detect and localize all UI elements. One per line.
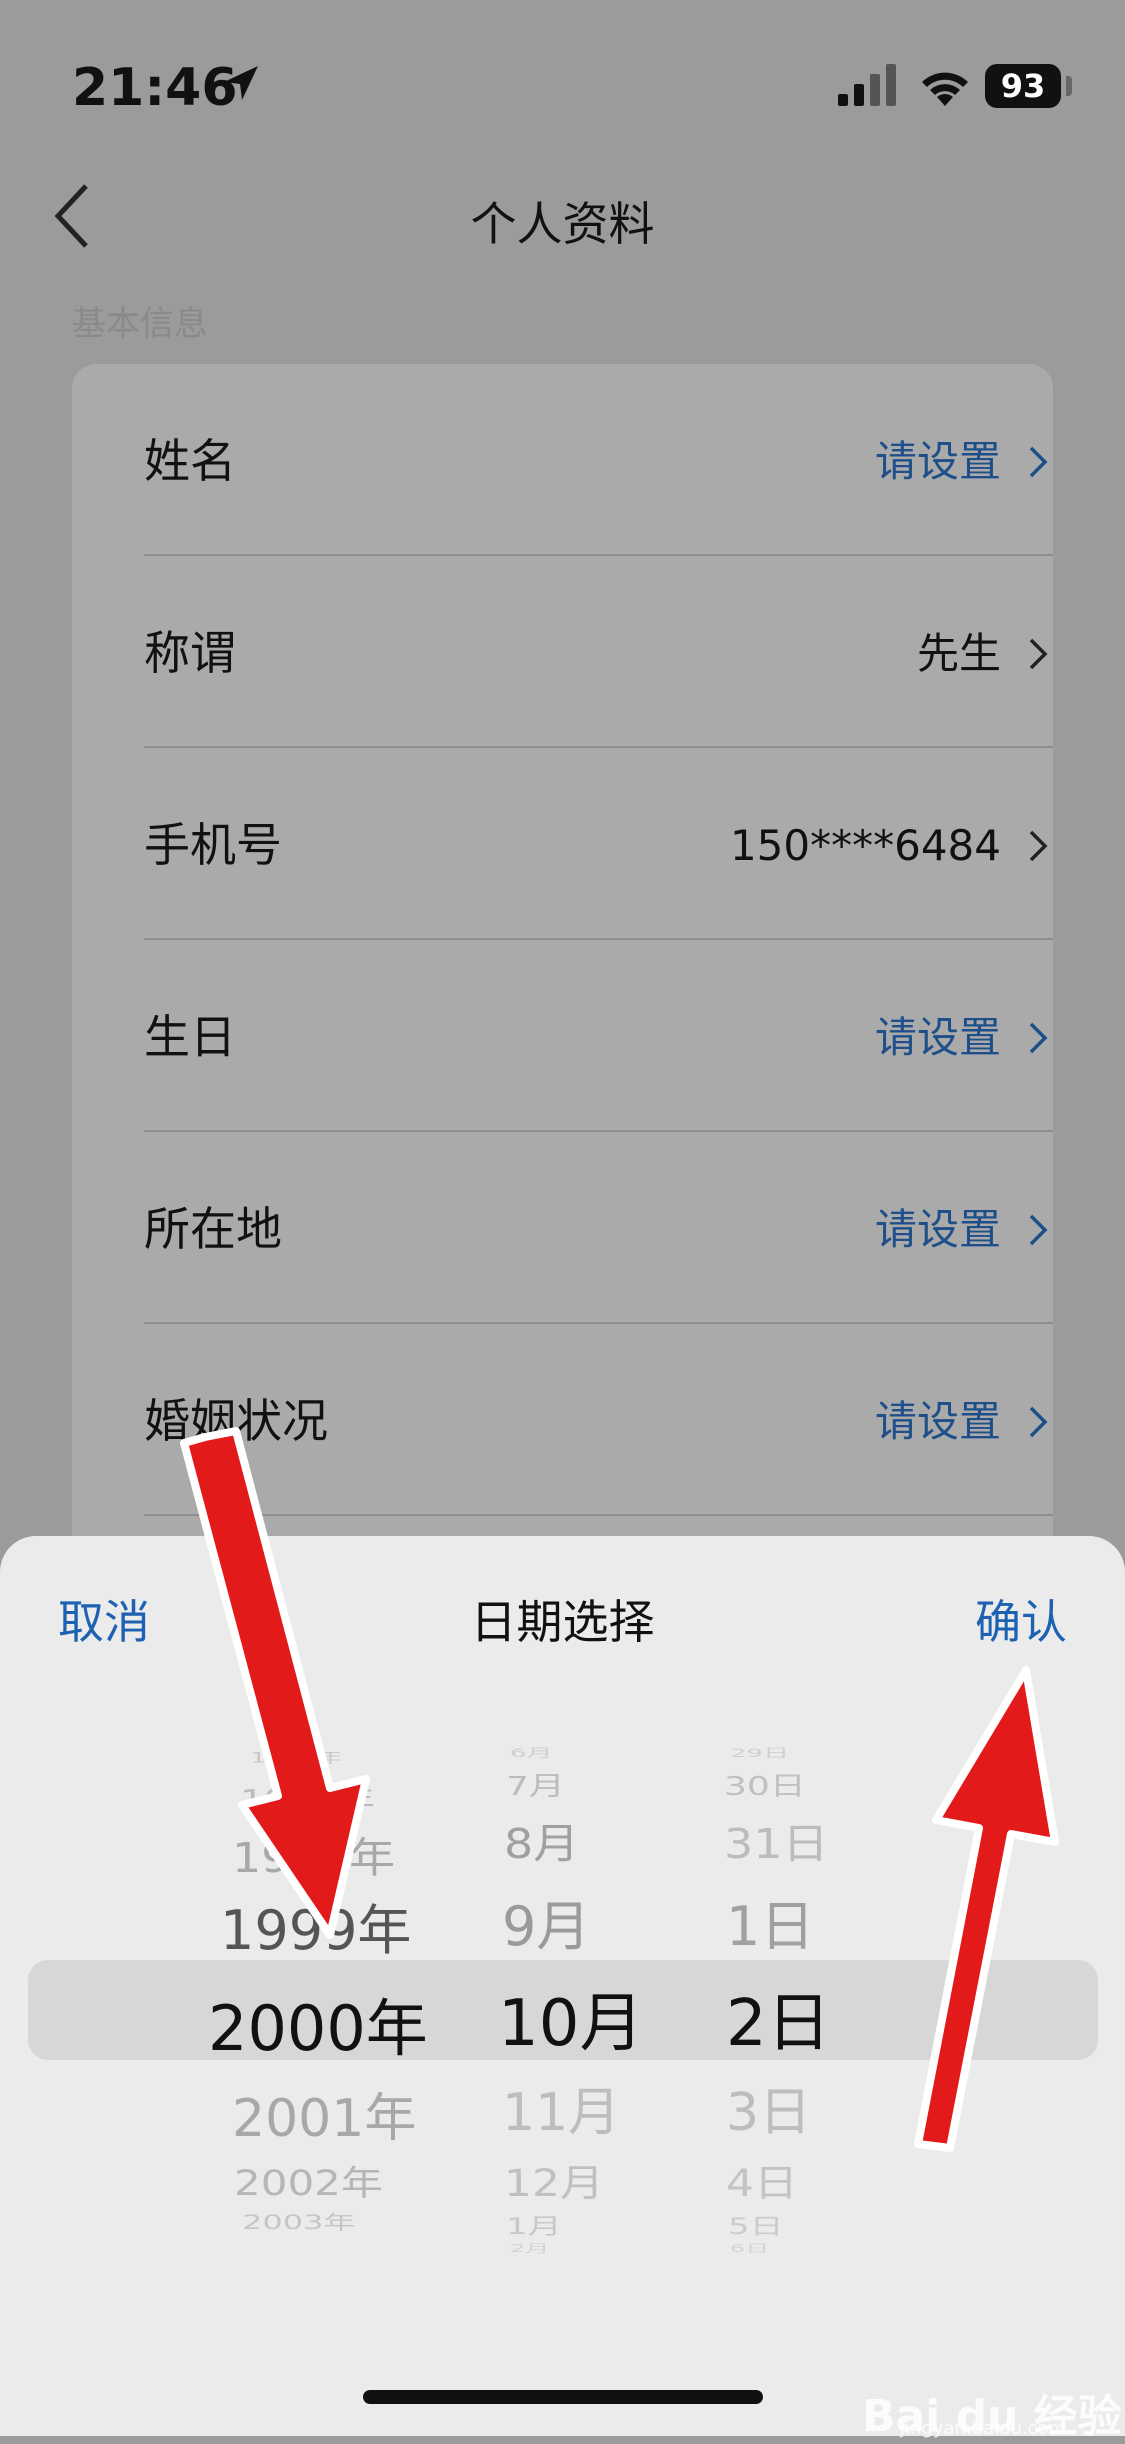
row-value: 请设置 (874, 1013, 1001, 1062)
row-title[interactable]: 称谓 先生 (144, 556, 1053, 748)
row-label: 婚姻状况 (144, 1394, 328, 1448)
day-option[interactable]: 3日 (726, 2070, 811, 2145)
day-option[interactable]: 29日 (730, 1744, 789, 1761)
row-label: 姓名 (144, 434, 236, 488)
divider (144, 1514, 1053, 1516)
cellular-signal-icon (838, 64, 896, 106)
profile-card: 姓名 请设置 称谓 先生 手机号 150****6484 生日 请设置 所在地 … (72, 364, 1053, 1664)
day-option[interactable]: 6日 (730, 2240, 769, 2256)
year-option[interactable]: 1997年 (240, 1777, 375, 1818)
row-value: 请设置 (874, 1397, 1001, 1446)
home-indicator[interactable] (363, 2390, 763, 2404)
year-option[interactable]: 2002年 (234, 2155, 383, 2205)
row-label: 所在地 (144, 1202, 282, 1256)
day-option[interactable]: 1日 (726, 1882, 814, 1961)
day-option-selected[interactable]: 2日 (726, 1972, 831, 2064)
row-value: 150****6484 (729, 821, 1001, 870)
sheet-title: 日期选择 (470, 1595, 655, 1649)
month-option[interactable]: 6月 (510, 1744, 553, 1761)
chevron-right-icon (1029, 1406, 1048, 1438)
row-value: 请设置 (874, 437, 1001, 486)
date-picker-sheet: 取消 日期选择 确认 1996年 1997年 1998年 1999年 2000年… (0, 1536, 1125, 2436)
wifi-icon (922, 72, 968, 106)
year-option[interactable]: 2003年 (242, 2207, 355, 2235)
row-label: 手机号 (144, 818, 282, 872)
row-name[interactable]: 姓名 请设置 (144, 364, 1053, 556)
day-option[interactable]: 5日 (728, 2209, 784, 2241)
row-value: 请设置 (874, 1205, 1001, 1254)
month-option[interactable]: 9月 (502, 1882, 590, 1961)
chevron-right-icon (1029, 1214, 1048, 1246)
month-option[interactable]: 8月 (504, 1811, 579, 1870)
month-option[interactable]: 11月 (502, 2070, 620, 2145)
chevron-right-icon (1029, 830, 1048, 862)
battery-cap (1066, 76, 1072, 96)
month-option-selected[interactable]: 10月 (498, 1972, 643, 2064)
day-option[interactable]: 4日 (726, 2153, 798, 2207)
row-label: 称谓 (144, 626, 236, 680)
year-option[interactable]: 1998年 (232, 1825, 395, 1884)
month-option[interactable]: 2月 (510, 2240, 549, 2256)
confirm-button[interactable]: 确认 (975, 1586, 1067, 1652)
page-title: 个人资料 (470, 197, 655, 251)
chevron-right-icon (1029, 1022, 1048, 1054)
row-value: 先生 (916, 629, 1001, 678)
chevron-right-icon (1029, 638, 1048, 670)
month-option[interactable]: 7月 (506, 1765, 565, 1802)
year-option-selected[interactable]: 2000年 (208, 1978, 428, 2068)
row-birthday[interactable]: 生日 请设置 (144, 940, 1053, 1132)
month-option[interactable]: 12月 (504, 2153, 604, 2207)
year-option[interactable]: 1996年 (250, 1746, 342, 1767)
row-label: 生日 (144, 1010, 236, 1064)
location-arrow-icon (224, 66, 258, 100)
row-marital-status[interactable]: 婚姻状况 请设置 (144, 1324, 1053, 1516)
day-option[interactable]: 30日 (724, 1765, 806, 1802)
year-option[interactable]: 1999年 (220, 1886, 411, 1965)
status-time: 21:46 (72, 58, 238, 118)
section-label: 基本信息 (72, 304, 208, 344)
year-option[interactable]: 2001年 (232, 2076, 416, 2151)
status-bar: 21:46 93 (0, 0, 1125, 170)
day-option[interactable]: 31日 (724, 1811, 829, 1870)
chevron-right-icon (1029, 446, 1048, 478)
battery-indicator: 93 (985, 64, 1061, 108)
row-location[interactable]: 所在地 请设置 (144, 1132, 1053, 1324)
row-phone[interactable]: 手机号 150****6484 (144, 748, 1053, 940)
month-option[interactable]: 1月 (506, 2209, 562, 2241)
